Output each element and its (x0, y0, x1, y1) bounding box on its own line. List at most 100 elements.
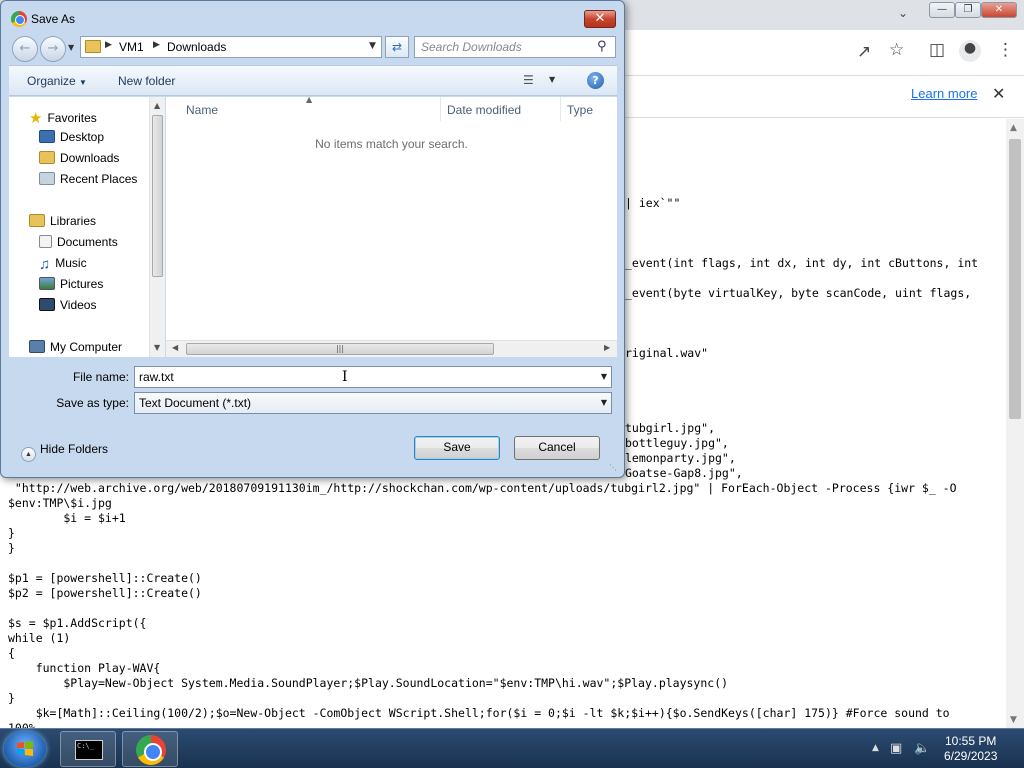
nav-pictures[interactable]: Pictures (39, 277, 103, 291)
file-name-label: File name: (72, 370, 129, 384)
scroll-down-arrow-icon[interactable]: ▼ (1010, 715, 1017, 725)
restore-button[interactable]: ❐ (955, 2, 981, 18)
help-icon[interactable]: ? (587, 72, 604, 89)
network-icon[interactable]: ▣ (890, 741, 902, 756)
scroll-thumb[interactable] (152, 115, 163, 277)
nav-desktop[interactable]: Desktop (39, 130, 104, 144)
file-name-combobox[interactable]: ▼ (134, 366, 612, 388)
code-line: $p2 = [powershell]::Create() (8, 586, 202, 600)
volume-muted-icon[interactable]: 🔈 (914, 741, 930, 756)
scroll-up-arrow-icon[interactable]: ▲ (1010, 123, 1017, 133)
nav-pane-scrollbar[interactable]: ▲ ▼ (149, 97, 165, 357)
scroll-down-arrow-icon[interactable]: ▼ (154, 343, 160, 352)
nav-favorites[interactable]: ★ Favorites (29, 109, 97, 127)
search-box[interactable]: ⚲ (414, 36, 616, 58)
code-line: "http://web.archive.org/web/201807091911… (8, 481, 957, 495)
refresh-button[interactable]: ⇄ (385, 36, 409, 58)
nav-libraries[interactable]: Libraries (29, 214, 96, 228)
command-prompt-icon: C:\_ (75, 740, 103, 760)
view-options-chevron-icon[interactable]: ▼ (549, 75, 555, 84)
profile-avatar-icon[interactable]: ● (959, 40, 981, 62)
code-line: } (8, 691, 15, 705)
page-vertical-scrollbar[interactable]: ▲ ▼ (1006, 119, 1024, 730)
nav-my-computer[interactable]: My Computer (29, 340, 122, 354)
code-line: bottleguy.jpg", (625, 436, 729, 450)
code-line: lemonparty.jpg", (625, 451, 736, 465)
file-list: ▲ Name Date modified Type No items match… (166, 95, 617, 357)
scroll-left-arrow-icon[interactable]: ◀ (172, 343, 178, 352)
breadcrumb-arrow-icon[interactable]: ▶ (153, 40, 160, 50)
chevron-down-icon[interactable]: ▼ (601, 398, 607, 407)
forward-arrow-icon[interactable]: → (40, 36, 66, 62)
hide-folders-label: Hide Folders (40, 442, 109, 456)
scroll-thumb[interactable] (1009, 139, 1021, 419)
menu-kebab-icon[interactable]: ⋮ (997, 40, 1014, 60)
nav-music-label: Music (55, 256, 87, 270)
infobar-close-icon[interactable]: ✕ (992, 84, 1005, 103)
column-header-type[interactable]: Type (567, 103, 593, 117)
column-divider[interactable] (440, 97, 441, 121)
new-folder-button[interactable]: New folder (118, 74, 175, 88)
back-arrow-icon[interactable]: ← (12, 36, 38, 62)
nav-videos[interactable]: Videos (39, 298, 96, 312)
breadcrumb-downloads[interactable]: Downloads (167, 40, 226, 54)
scroll-up-arrow-icon[interactable]: ▲ (154, 101, 160, 110)
tab-search-chevron-icon[interactable]: ⌄ (898, 6, 908, 20)
save-button[interactable]: Save (414, 436, 500, 460)
search-icon[interactable]: ⚲ (597, 39, 607, 54)
address-dropdown-chevron-icon[interactable]: ▼ (369, 41, 376, 51)
breadcrumb-arrow-icon[interactable]: ▶ (105, 40, 112, 50)
start-button[interactable] (4, 731, 46, 767)
close-window-button[interactable]: ✕ (981, 2, 1017, 18)
share-icon[interactable]: ↗ (857, 42, 871, 62)
column-divider[interactable] (560, 97, 561, 121)
dialog-close-button[interactable]: ✕ (584, 10, 616, 28)
code-line: | iex`"" (625, 196, 681, 210)
organize-label: Organize (27, 74, 76, 88)
column-header-name[interactable]: Name (186, 103, 218, 117)
navigation-pane: ★ Favorites Desktop Downloads Recent Plac… (9, 97, 165, 357)
star-icon: ★ (29, 110, 43, 127)
side-panel-icon[interactable]: ◫ (929, 40, 945, 60)
dialog-titlebar[interactable]: Save As ✕ (1, 1, 624, 35)
scroll-thumb[interactable]: ||| (186, 343, 494, 355)
column-header-date-modified[interactable]: Date modified (447, 103, 521, 117)
file-name-input[interactable] (139, 369, 579, 385)
code-line: function Play-WAV{ (8, 661, 161, 675)
breadcrumb-vm1[interactable]: VM1 (119, 40, 144, 54)
cancel-button[interactable]: Cancel (514, 436, 600, 460)
search-input[interactable] (421, 39, 591, 55)
chevron-down-icon[interactable]: ▼ (601, 372, 607, 381)
nav-favorites-label: Favorites (47, 111, 97, 125)
organize-button[interactable]: Organize ▼ (27, 74, 87, 88)
resize-grip-icon[interactable]: ⋱ (609, 463, 617, 472)
clock-time: 10:55 PM (945, 734, 997, 748)
nav-pictures-label: Pictures (60, 277, 104, 291)
save-as-type-select[interactable]: Text Document (*.txt) ▼ (134, 392, 612, 414)
nav-documents[interactable]: Documents (39, 235, 118, 249)
nav-downloads[interactable]: Downloads (39, 151, 119, 165)
file-list-horizontal-scrollbar[interactable]: ◀ ||| ▶ (166, 340, 617, 357)
nav-desktop-label: Desktop (60, 130, 105, 144)
recent-locations-chevron-icon[interactable]: ▼ (68, 43, 74, 52)
show-hidden-icons-icon[interactable]: ▲ (872, 743, 879, 753)
learn-more-link[interactable]: Learn more (911, 86, 977, 101)
change-view-icon[interactable]: ☰ (523, 73, 534, 87)
scroll-right-arrow-icon[interactable]: ▶ (604, 343, 610, 352)
nav-videos-label: Videos (60, 298, 97, 312)
clock[interactable]: 10:55 PM 6/29/2023 (944, 734, 997, 764)
minimize-button[interactable]: — (929, 2, 955, 18)
nav-recent-places[interactable]: Recent Places (39, 172, 137, 186)
code-line: } (8, 541, 15, 555)
taskbar-cmd[interactable]: C:\_ (60, 731, 116, 767)
code-line: _event(int flags, int dx, int dy, int cB… (625, 256, 979, 270)
windows-logo-icon (17, 741, 33, 756)
hide-folders-button[interactable]: ▲ Hide Folders (21, 442, 108, 462)
recent-places-icon (39, 172, 55, 185)
taskbar-chrome[interactable] (122, 731, 178, 767)
documents-icon (39, 235, 52, 248)
nav-music[interactable]: ♫ Music (39, 256, 87, 273)
bookmark-star-icon[interactable]: ☆ (889, 40, 904, 60)
save-as-type-label: Save as type: (56, 396, 129, 410)
address-bar[interactable]: ▶ VM1 ▶ Downloads ▼ (80, 36, 382, 58)
